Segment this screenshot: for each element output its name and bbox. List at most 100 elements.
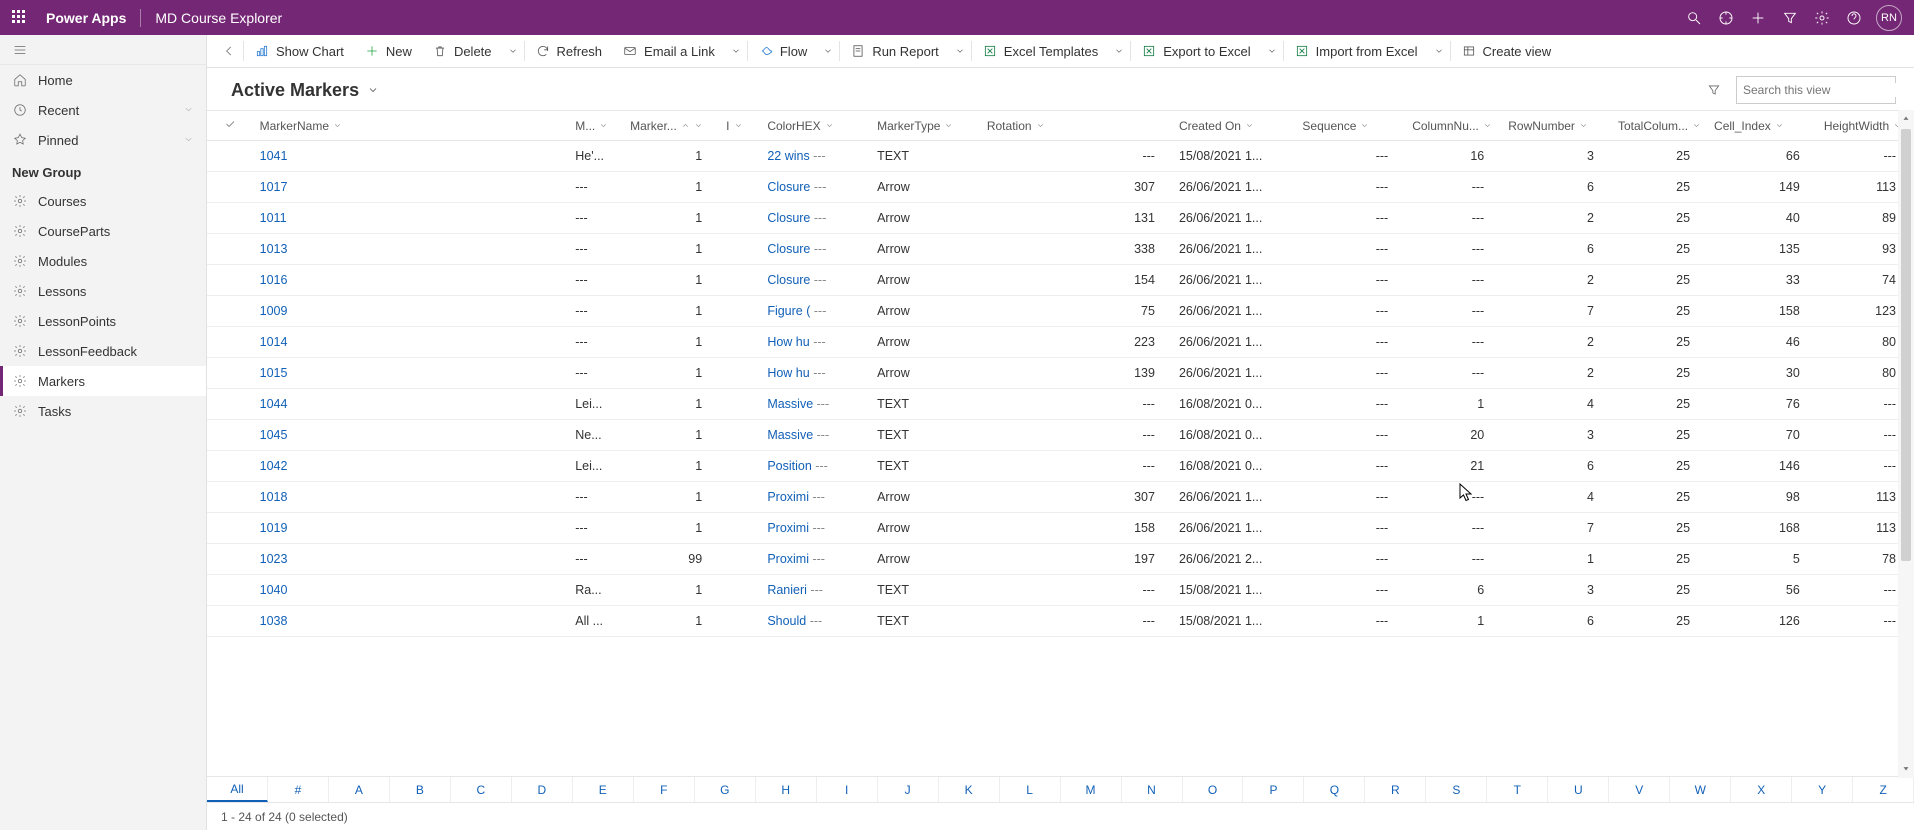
row-select[interactable] xyxy=(207,203,254,234)
delete-split[interactable] xyxy=(502,35,524,68)
cell-markername[interactable]: 1040 xyxy=(254,575,570,606)
row-select[interactable] xyxy=(207,544,254,575)
table-row[interactable]: 1017---1Closure ---Arrow30726/06/2021 1.… xyxy=(207,172,1914,203)
target-icon[interactable] xyxy=(1710,0,1742,35)
table-row[interactable]: 1013---1Closure ---Arrow33826/06/2021 1.… xyxy=(207,234,1914,265)
nav-recent[interactable]: Recent xyxy=(0,95,206,125)
app-launcher-icon[interactable] xyxy=(12,10,28,26)
col-marker[interactable]: Marker... xyxy=(624,111,720,141)
col-m[interactable]: M... xyxy=(569,111,624,141)
row-select[interactable] xyxy=(207,389,254,420)
cell-markername[interactable]: 1013 xyxy=(254,234,570,265)
refresh-button[interactable]: Refresh xyxy=(525,35,613,68)
jump-r[interactable]: R xyxy=(1365,777,1426,802)
row-select[interactable] xyxy=(207,265,254,296)
sidebar-item-modules[interactable]: Modules xyxy=(0,246,206,276)
export-excel-split[interactable] xyxy=(1261,35,1283,68)
jump-l[interactable]: L xyxy=(1000,777,1061,802)
sidebar-toggle[interactable] xyxy=(0,35,206,65)
table-row[interactable]: 1019---1Proximi ---Arrow15826/06/2021 1.… xyxy=(207,513,1914,544)
col-cellindex[interactable]: Cell_Index xyxy=(1708,111,1818,141)
col-createdon[interactable]: Created On xyxy=(1173,111,1296,141)
sidebar-item-lessons[interactable]: Lessons xyxy=(0,276,206,306)
col-totalcolum[interactable]: TotalColum... xyxy=(1612,111,1708,141)
row-select[interactable] xyxy=(207,420,254,451)
sidebar-item-lessonfeedback[interactable]: LessonFeedback xyxy=(0,336,206,366)
jump-d[interactable]: D xyxy=(512,777,573,802)
row-select[interactable] xyxy=(207,606,254,637)
back-button[interactable] xyxy=(215,44,243,58)
cell-markername[interactable]: 1044 xyxy=(254,389,570,420)
col-rownumber[interactable]: RowNumber xyxy=(1502,111,1612,141)
cell-markername[interactable]: 1038 xyxy=(254,606,570,637)
nav-pinned[interactable]: Pinned xyxy=(0,125,206,155)
sidebar-item-courses[interactable]: Courses xyxy=(0,186,206,216)
cell-markername[interactable]: 1018 xyxy=(254,482,570,513)
settings-icon[interactable] xyxy=(1806,0,1838,35)
jump-v[interactable]: V xyxy=(1609,777,1670,802)
show-chart-button[interactable]: Show Chart xyxy=(244,35,354,68)
jump-m[interactable]: M xyxy=(1061,777,1122,802)
view-selector[interactable]: Active Markers xyxy=(231,80,379,101)
table-row[interactable]: 1015---1How hu ---Arrow13926/06/2021 1..… xyxy=(207,358,1914,389)
jump-q[interactable]: Q xyxy=(1304,777,1365,802)
add-icon[interactable] xyxy=(1742,0,1774,35)
row-select[interactable] xyxy=(207,172,254,203)
jump-e[interactable]: E xyxy=(573,777,634,802)
create-view-button[interactable]: Create view xyxy=(1451,35,1562,68)
jump-u[interactable]: U xyxy=(1548,777,1609,802)
sidebar-item-courseparts[interactable]: CourseParts xyxy=(0,216,206,246)
vertical-scrollbar[interactable] xyxy=(1898,110,1914,778)
cell-markername[interactable]: 1042 xyxy=(254,451,570,482)
cell-markername[interactable]: 1017 xyxy=(254,172,570,203)
jump-x[interactable]: X xyxy=(1731,777,1792,802)
jump-g[interactable]: G xyxy=(695,777,756,802)
col-colorhex[interactable]: ColorHEX xyxy=(761,111,871,141)
row-select[interactable] xyxy=(207,575,254,606)
jump-z[interactable]: Z xyxy=(1853,777,1914,802)
export-excel-button[interactable]: Export to Excel xyxy=(1131,35,1260,68)
delete-button[interactable]: Delete xyxy=(422,35,502,68)
row-select[interactable] xyxy=(207,451,254,482)
col-columnnum[interactable]: ColumnNu... xyxy=(1406,111,1502,141)
nav-home[interactable]: Home xyxy=(0,65,206,95)
col-markername[interactable]: MarkerName xyxy=(254,111,570,141)
table-row[interactable]: 1023---99Proximi ---Arrow19726/06/2021 2… xyxy=(207,544,1914,575)
jump-n[interactable]: N xyxy=(1122,777,1183,802)
cell-markername[interactable]: 1045 xyxy=(254,420,570,451)
sidebar-item-tasks[interactable]: Tasks xyxy=(0,396,206,426)
cell-markername[interactable]: 1014 xyxy=(254,327,570,358)
jump-h[interactable]: H xyxy=(756,777,817,802)
search-view-box[interactable] xyxy=(1736,76,1896,104)
row-select[interactable] xyxy=(207,141,254,172)
jump-a[interactable]: A xyxy=(329,777,390,802)
jump-y[interactable]: Y xyxy=(1792,777,1853,802)
import-excel-split[interactable] xyxy=(1428,35,1450,68)
col-sequence[interactable]: Sequence xyxy=(1296,111,1406,141)
jump-c[interactable]: C xyxy=(451,777,512,802)
cell-markername[interactable]: 1009 xyxy=(254,296,570,327)
jump-all[interactable]: All xyxy=(207,777,268,802)
cell-markername[interactable]: 1041 xyxy=(254,141,570,172)
cell-markername[interactable]: 1015 xyxy=(254,358,570,389)
filter-icon[interactable] xyxy=(1774,0,1806,35)
table-row[interactable]: 1041He'...122 wins ---TEXT---15/08/2021 … xyxy=(207,141,1914,172)
jump-f[interactable]: F xyxy=(634,777,695,802)
table-row[interactable]: 1014---1How hu ---Arrow22326/06/2021 1..… xyxy=(207,327,1914,358)
flow-button[interactable]: Flow xyxy=(748,35,817,68)
sidebar-item-markers[interactable]: Markers xyxy=(0,366,206,396)
column-filter-icon[interactable] xyxy=(1700,76,1728,104)
row-select[interactable] xyxy=(207,327,254,358)
email-link-button[interactable]: Email a Link xyxy=(612,35,725,68)
user-avatar[interactable]: RN xyxy=(1876,5,1902,31)
help-icon[interactable] xyxy=(1838,0,1870,35)
search-input[interactable] xyxy=(1743,83,1898,97)
table-row[interactable]: 1016---1Closure ---Arrow15426/06/2021 1.… xyxy=(207,265,1914,296)
cell-markername[interactable]: 1016 xyxy=(254,265,570,296)
table-row[interactable]: 1011---1Closure ---Arrow13126/06/2021 1.… xyxy=(207,203,1914,234)
cell-markername[interactable]: 1019 xyxy=(254,513,570,544)
jump-t[interactable]: T xyxy=(1487,777,1548,802)
table-row[interactable]: 1044Lei...1Massive ---TEXT---16/08/2021 … xyxy=(207,389,1914,420)
select-all[interactable] xyxy=(207,111,254,141)
excel-templates-button[interactable]: Excel Templates xyxy=(972,35,1108,68)
